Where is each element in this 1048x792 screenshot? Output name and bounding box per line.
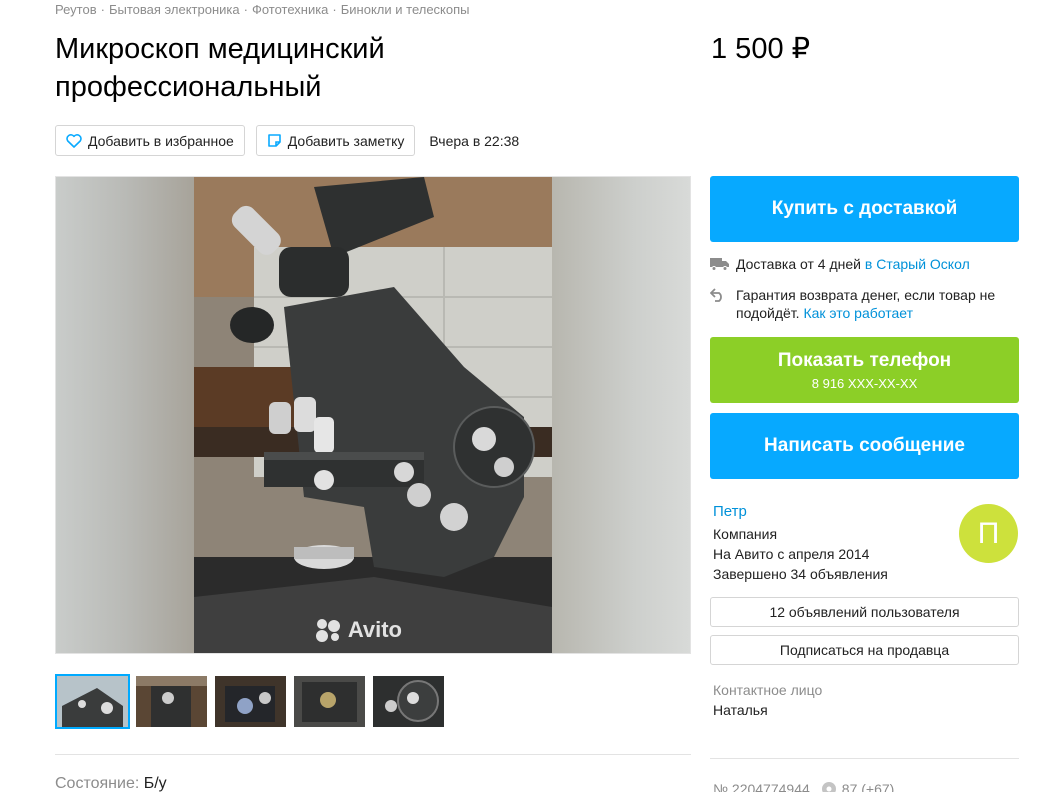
- delivery-city-link[interactable]: в Старый Оскол: [865, 256, 970, 272]
- thumbnail-2[interactable]: [134, 674, 209, 729]
- user-listings-button[interactable]: 12 объявлений пользователя: [710, 597, 1019, 627]
- thumbnail-image: [294, 676, 365, 727]
- how-it-works-link[interactable]: Как это работает: [803, 305, 913, 321]
- buy-with-delivery-button[interactable]: Купить с доставкой: [710, 176, 1019, 242]
- thumbnail-strip: [55, 674, 450, 729]
- watermark-text: Avito: [347, 617, 402, 642]
- condition: Состояние: Б/у: [55, 775, 167, 792]
- breadcrumb-separator: ·: [332, 2, 337, 17]
- page-title: Микроскоп медицинский профессиональный: [55, 33, 385, 103]
- photo-gallery[interactable]: Avito: [55, 176, 691, 654]
- avito-logo-icon: [315, 619, 340, 642]
- breadcrumb-separator: ·: [100, 2, 105, 17]
- write-message-label: Написать сообщение: [764, 435, 965, 456]
- gallery-blur-right: [550, 177, 690, 653]
- condition-value: Б/у: [143, 775, 167, 792]
- main-photo[interactable]: Avito: [194, 177, 552, 653]
- seller-avatar[interactable]: П: [959, 504, 1018, 563]
- guarantee-info: Гарантия возврата денег, если товар не п…: [709, 286, 1019, 322]
- buy-with-delivery-label: Купить с доставкой: [771, 198, 958, 219]
- breadcrumb-item-electronics[interactable]: Бытовая электроника: [109, 2, 240, 17]
- subscribe-seller-button[interactable]: Подписаться на продавца: [710, 635, 1019, 665]
- guarantee-text-wrap: Гарантия возврата денег, если товар не п…: [736, 286, 1019, 322]
- contact-person-label: Контактное лицо: [713, 682, 823, 698]
- breadcrumb-separator: ·: [243, 2, 248, 17]
- avito-watermark: Avito: [315, 617, 402, 643]
- add-note-label: Добавить заметку: [287, 132, 405, 149]
- purchase-sidebar: Купить с доставкой Доставка от 4 дней в …: [709, 176, 1019, 479]
- show-phone-label: Показать телефон: [777, 349, 952, 371]
- breadcrumb-item-binoculars[interactable]: Бинокли и телескопы: [341, 2, 470, 17]
- write-message-button[interactable]: Написать сообщение: [710, 413, 1019, 479]
- ad-meta: № 2204774944 87 (+67): [713, 781, 894, 792]
- phone-number-masked: 8 916 XXX-XX-XX: [811, 375, 918, 391]
- thumbnail-image: [136, 676, 207, 727]
- return-arrow-icon: [709, 286, 736, 322]
- condition-label: Состояние:: [55, 775, 140, 792]
- sidebar-divider: [710, 758, 1019, 759]
- delivery-text-wrap: Доставка от 4 дней в Старый Оскол: [736, 255, 970, 275]
- heart-icon: [66, 133, 82, 148]
- item-actions: Добавить в избранное Добавить заметку Вч…: [55, 125, 519, 156]
- thumbnail-3[interactable]: [213, 674, 288, 729]
- thumbnail-1[interactable]: [55, 674, 130, 729]
- posted-date: Вчера в 22:38: [429, 132, 520, 149]
- thumbnail-4[interactable]: [292, 674, 367, 729]
- ad-number: № 2204774944: [713, 781, 810, 792]
- add-note-button[interactable]: Добавить заметку: [255, 125, 416, 156]
- seller-completed: Завершено 34 объявления: [713, 566, 888, 582]
- add-to-favorites-button[interactable]: Добавить в избранное: [55, 125, 245, 156]
- content-divider: [55, 754, 691, 755]
- view-count: 87 (+67): [841, 781, 895, 792]
- thumbnail-image: [215, 676, 286, 727]
- delivery-text: Доставка от 4 дней: [736, 256, 861, 272]
- microscope-photo: [194, 177, 552, 653]
- breadcrumb-item-city[interactable]: Реутов: [55, 2, 97, 17]
- note-icon: [267, 134, 281, 147]
- thumbnail-5[interactable]: [371, 674, 446, 729]
- show-phone-button[interactable]: Показать телефон 8 916 XXX-XX-XX: [710, 337, 1019, 403]
- gallery-blur-left: [56, 177, 194, 653]
- item-price: 1 500 ₽: [711, 33, 811, 65]
- breadcrumb-item-photo[interactable]: Фототехника: [252, 2, 328, 17]
- thumbnail-image: [57, 676, 128, 727]
- add-to-favorites-label: Добавить в избранное: [88, 132, 234, 149]
- eye-icon: [821, 782, 836, 792]
- contact-person-name: Наталья: [713, 702, 768, 718]
- truck-icon: [710, 255, 736, 275]
- delivery-info: Доставка от 4 дней в Старый Оскол: [710, 255, 1019, 275]
- thumbnail-image: [373, 676, 444, 727]
- breadcrumb: Реутов · Бытовая электроника · Фототехника · Б…: [55, 2, 470, 17]
